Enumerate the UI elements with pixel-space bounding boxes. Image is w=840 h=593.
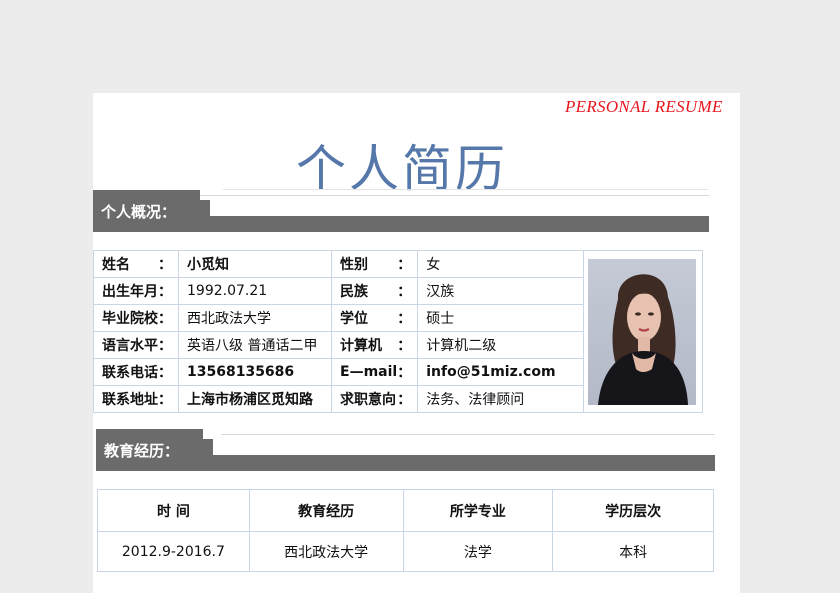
field-label-cell: E—mail： [331, 358, 419, 386]
field-value: 小觅知 [177, 250, 333, 278]
field-value: 硕士 [417, 304, 585, 332]
column-header: 时 间 [97, 489, 250, 532]
field-label-cell: 毕业院校： [93, 304, 179, 332]
field-label: 联系电话 [102, 365, 158, 381]
field-label: 姓名 [102, 257, 130, 273]
field-label-cell: 姓名： [93, 250, 179, 278]
field-label: 求职意向 [340, 392, 397, 408]
field-label-cell: 性别： [331, 250, 419, 278]
field-label: 语言水平 [102, 338, 158, 354]
field-label: 计算机 [340, 338, 383, 354]
portrait-icon [598, 273, 689, 405]
field-label: 性别 [340, 257, 369, 273]
section-title: 个人概况： [101, 203, 177, 221]
field-label-cell: 联系电话： [93, 358, 179, 386]
resume-page: PERSONAL RESUME 个人简历 个人概况： 姓名：小觅知 性别：女 出生… [93, 93, 740, 593]
brand-text: PERSONAL RESUME [565, 97, 723, 116]
table-cell: 本科 [552, 531, 714, 572]
field-label-cell: 民族： [331, 277, 419, 305]
field-value: 1992.07.21 [177, 277, 333, 305]
column-header: 所学专业 [402, 489, 554, 532]
field-label-cell: 计算机： [331, 331, 419, 359]
field-label-cell: 联系地址： [93, 385, 179, 413]
field-value: 西北政法大学 [177, 304, 333, 332]
field-value: 汉族 [417, 277, 585, 305]
column-header: 学历层次 [552, 489, 714, 532]
table-row: 2012.9-2016.7 西北政法大学 法学 本科 [97, 531, 714, 572]
table-cell: 西北政法大学 [248, 531, 404, 572]
field-label: 民族 [340, 284, 369, 300]
education-header-row: 时 间教育经历 所学专业 学历层次 [97, 489, 714, 532]
section-header-education: 教育经历： [96, 429, 715, 471]
avatar-photo [588, 258, 697, 405]
field-label-cell: 学位： [331, 304, 419, 332]
column-header: 教育经历 [248, 489, 404, 532]
field-value: 计算机二级 [417, 331, 585, 359]
profile-row: 姓名：小觅知 性别：女 [93, 250, 703, 413]
table-cell: 2012.9-2016.7 [97, 531, 250, 572]
section-header-overview: 个人概况： [93, 190, 709, 232]
field-value: info@51miz.com [417, 358, 585, 386]
profile-table: 姓名：小觅知 性别：女 出生年月： 1992.07.21 民族：汉族毕业院校：西北政法… [93, 250, 703, 413]
field-label-cell: 求职意向： [331, 385, 419, 413]
field-label: 学位 [340, 311, 369, 327]
field-label: E—mail [340, 364, 398, 380]
field-value: 上海市杨浦区觅知路 [177, 385, 333, 413]
field-label-cell: 语言水平： [93, 331, 179, 359]
education-table: 时 间教育经历 所学专业 学历层次 2012.9-2016.7 西北政法大学 法学 本科 [97, 489, 714, 572]
field-label-cell: 出生年月： [93, 277, 179, 305]
field-label: 毕业院校 [102, 311, 158, 327]
section-title: 教育经历： [104, 442, 180, 460]
field-value: 法务、法律顾问 [417, 385, 585, 413]
table-cell: 法学 [402, 531, 554, 572]
field-value: 女 [417, 250, 585, 278]
field-label: 联系地址 [102, 392, 158, 408]
field-label: 出生年月 [102, 284, 158, 300]
field-value: 13568135686 [177, 358, 333, 386]
photo-cell [583, 250, 703, 413]
field-value: 英语八级 普通话二甲 [177, 331, 333, 359]
